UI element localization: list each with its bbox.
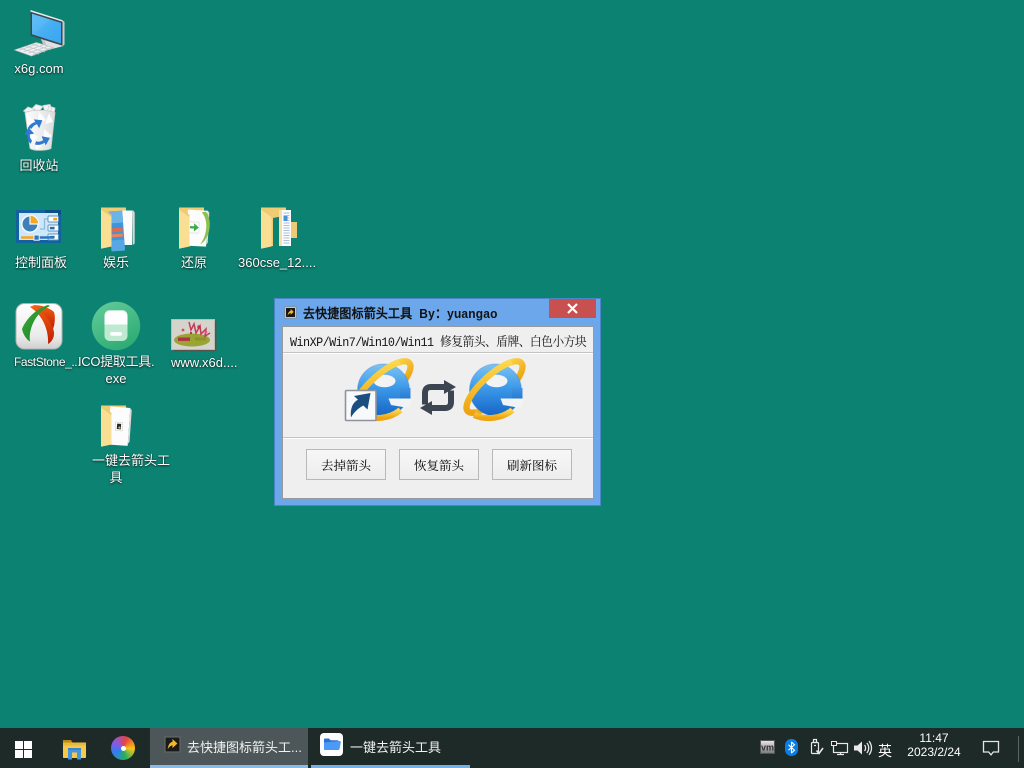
svg-text:vm: vm xyxy=(761,743,774,753)
